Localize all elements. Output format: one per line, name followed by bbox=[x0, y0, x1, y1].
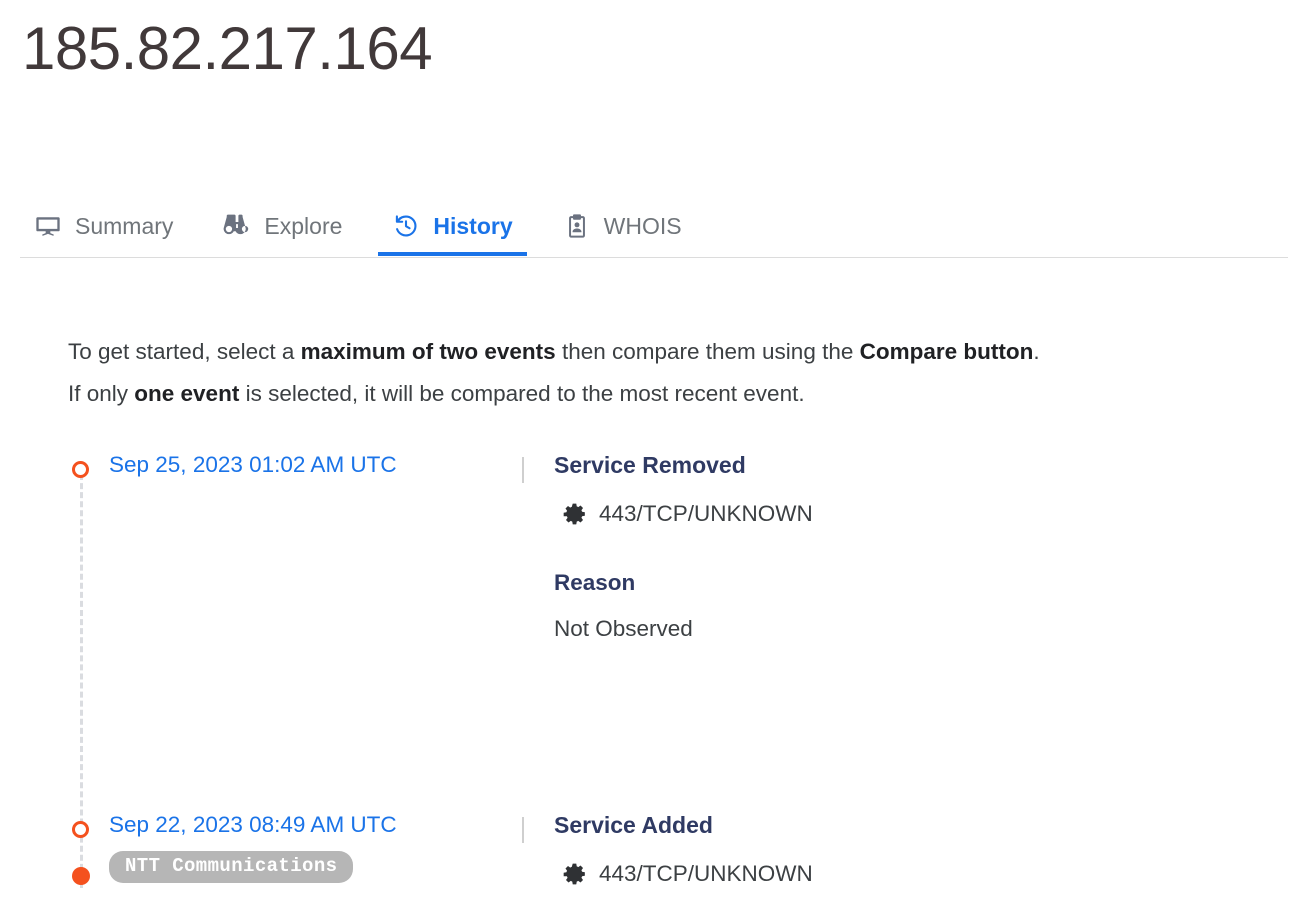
tab-whois-label: WHOIS bbox=[604, 213, 682, 240]
monitor-icon bbox=[34, 212, 62, 240]
tab-history[interactable]: History bbox=[378, 196, 526, 256]
tab-history-label: History bbox=[433, 213, 512, 240]
timeline-event[interactable]: Sep 25, 2023 01:02 AM UTC Service Remove… bbox=[68, 450, 1288, 643]
tab-explore-label: Explore bbox=[264, 213, 342, 240]
instructions-line-2: If only one event is selected, it will b… bbox=[68, 373, 1268, 415]
tab-summary-label: Summary bbox=[75, 213, 173, 240]
history-clock-icon bbox=[392, 212, 420, 240]
tab-summary[interactable]: Summary bbox=[20, 196, 187, 256]
instr-1d: Compare button bbox=[860, 339, 1034, 364]
event-title: Service Removed bbox=[554, 450, 1288, 480]
gear-icon bbox=[562, 502, 587, 527]
event-badge-row: NTT Communications bbox=[109, 851, 522, 883]
history-timeline: Sep 25, 2023 01:02 AM UTC Service Remove… bbox=[68, 450, 1288, 888]
tab-whois[interactable]: WHOIS bbox=[549, 196, 696, 256]
instr-1b: maximum of two events bbox=[301, 339, 556, 364]
tab-bar: Summary Explore History WHOIS bbox=[20, 196, 1288, 258]
instr-2c: is selected, it will be compared to the … bbox=[239, 381, 804, 406]
gear-icon bbox=[562, 862, 587, 887]
id-card-icon bbox=[563, 212, 591, 240]
instr-1e: . bbox=[1033, 339, 1039, 364]
event-date-link[interactable]: Sep 25, 2023 01:02 AM UTC bbox=[109, 452, 397, 477]
tab-explore[interactable]: Explore bbox=[209, 196, 356, 256]
event-service-text: 443/TCP/UNKNOWN bbox=[599, 860, 813, 888]
event-details: Service Removed 443/TCP/UNKNOWN Reason N… bbox=[554, 450, 1288, 643]
instructions-line-1: To get started, select a maximum of two … bbox=[68, 331, 1268, 373]
instr-2a: If only bbox=[68, 381, 134, 406]
status-badge: NTT Communications bbox=[109, 851, 353, 883]
event-service-row: 443/TCP/UNKNOWN bbox=[562, 500, 1288, 528]
event-left-column: Sep 22, 2023 08:49 AM UTC NTT Communicat… bbox=[68, 810, 522, 888]
event-reason-label: Reason bbox=[554, 568, 1288, 598]
event-reason-value: Not Observed bbox=[554, 615, 1288, 643]
event-service-row: 443/TCP/UNKNOWN bbox=[562, 860, 1288, 888]
timeline-end-marker-icon bbox=[72, 867, 90, 885]
event-service-text: 443/TCP/UNKNOWN bbox=[599, 500, 813, 528]
event-left-column: Sep 25, 2023 01:02 AM UTC bbox=[68, 450, 522, 643]
instructions-text: To get started, select a maximum of two … bbox=[68, 331, 1268, 415]
event-marker-icon[interactable] bbox=[72, 821, 89, 838]
event-divider bbox=[522, 817, 524, 843]
timeline-spacer bbox=[68, 643, 1288, 810]
event-marker-icon[interactable] bbox=[72, 461, 89, 478]
instr-2b: one event bbox=[134, 381, 239, 406]
event-date-link[interactable]: Sep 22, 2023 08:49 AM UTC bbox=[109, 812, 397, 837]
timeline-event[interactable]: Sep 22, 2023 08:49 AM UTC NTT Communicat… bbox=[68, 810, 1288, 888]
instr-1a: To get started, select a bbox=[68, 339, 301, 364]
event-divider bbox=[522, 457, 524, 483]
event-details: Service Added 443/TCP/UNKNOWN bbox=[554, 810, 1288, 888]
binoculars-icon bbox=[223, 212, 251, 240]
instr-1c: then compare them using the bbox=[556, 339, 860, 364]
page-title: 185.82.217.164 bbox=[22, 4, 432, 94]
event-title: Service Added bbox=[554, 810, 1288, 840]
